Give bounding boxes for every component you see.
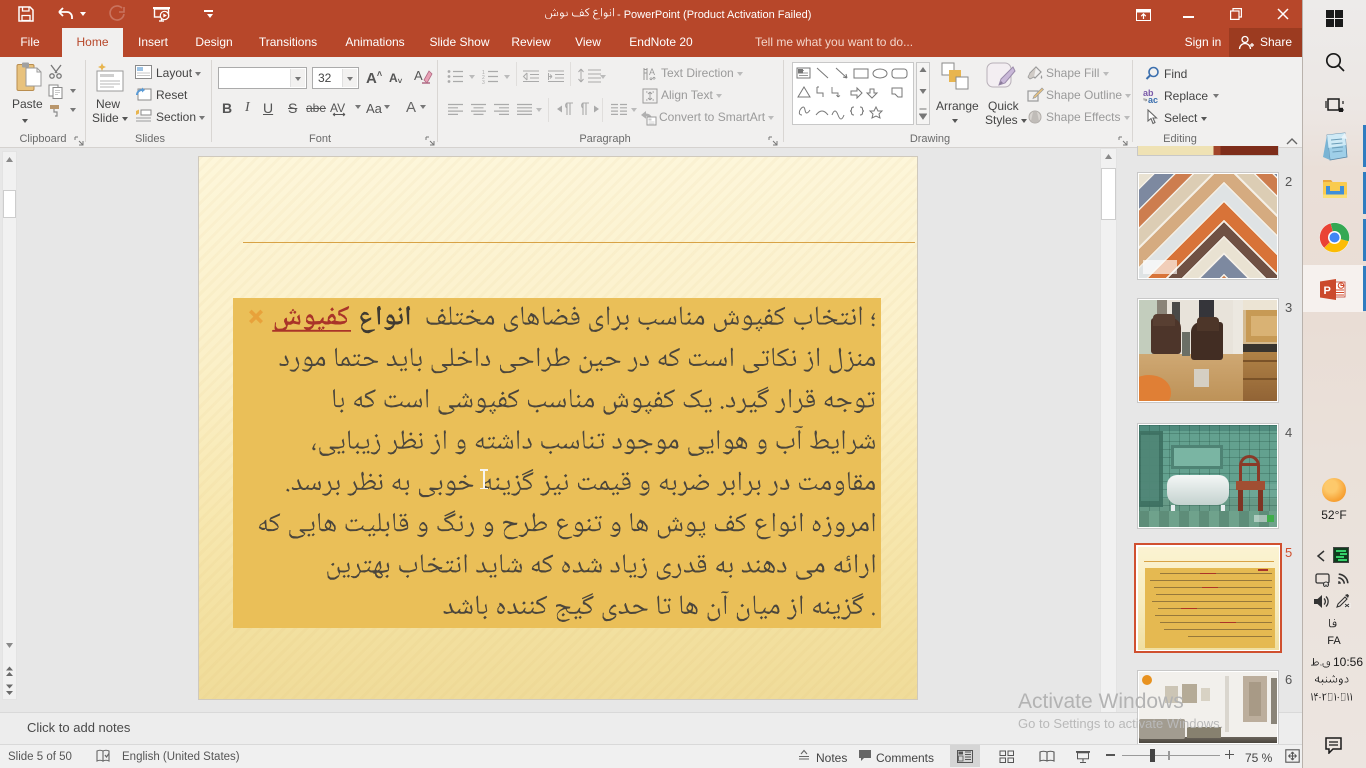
svg-text:P: P xyxy=(1324,285,1331,297)
svg-text:A: A xyxy=(414,68,423,83)
svg-text:AV: AV xyxy=(330,101,345,115)
svg-text:3: 3 xyxy=(482,80,485,84)
svg-text:ac: ac xyxy=(1148,95,1158,104)
svg-text:A: A xyxy=(649,67,655,77)
